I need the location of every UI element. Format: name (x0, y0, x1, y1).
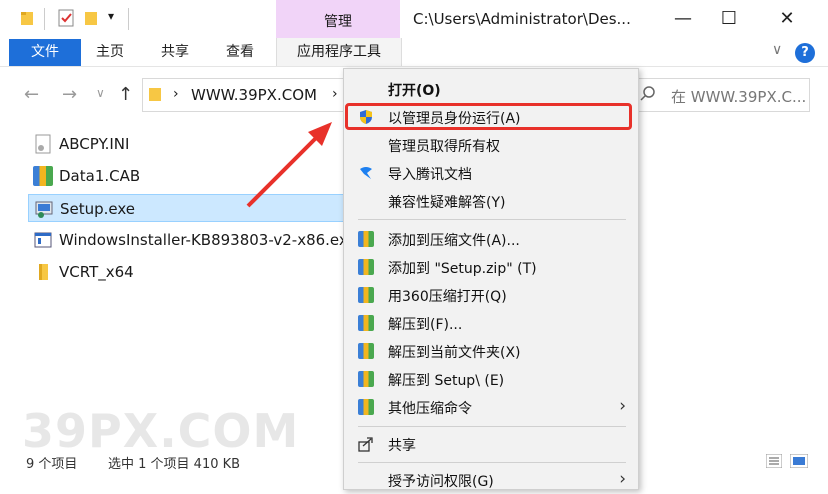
menu-separator (358, 426, 626, 427)
close-button[interactable]: ✕ (764, 6, 810, 34)
compress-icon (358, 259, 374, 275)
menu-separator (358, 462, 626, 463)
up-arrow-icon[interactable]: ↑ (118, 84, 133, 105)
chevron-right-icon: › (619, 396, 626, 416)
menu-item-share[interactable]: 共享 (344, 430, 638, 458)
customize-quick-access-icon[interactable]: ▾ (108, 9, 114, 23)
details-view-icon[interactable] (766, 454, 782, 468)
tencent-docs-icon (360, 167, 372, 179)
menu-item-take-ownership[interactable]: 管理员取得所有权 (344, 131, 638, 159)
divider (128, 8, 129, 30)
back-arrow-icon[interactable]: ← (24, 84, 39, 105)
menu-item-add-to-zip[interactable]: 添加到 "Setup.zip" (T) (344, 253, 638, 281)
address-path[interactable]: WWW.39PX.COM (191, 86, 317, 104)
window-title: C:\Users\Administrator\Des... (413, 10, 631, 28)
chevron-right-icon: › (619, 469, 626, 489)
help-icon[interactable]: ? (795, 43, 815, 63)
recent-locations-icon[interactable]: ∨ (96, 86, 105, 100)
compress-icon (358, 231, 374, 247)
status-item-count: 9 个项目 (26, 457, 78, 472)
menu-item-other-compress[interactable]: 其他压缩命令 › (344, 393, 638, 421)
tab-file[interactable]: 文件 (9, 39, 81, 66)
compress-icon (358, 371, 374, 387)
menu-item-give-access[interactable]: 授予访问权限(G) › (344, 466, 638, 494)
menu-item-open[interactable]: 打开(O) (344, 75, 638, 103)
tab-app-tools[interactable]: 应用程序工具 (276, 38, 402, 66)
manage-tab[interactable]: 管理 (276, 11, 400, 31)
menu-item-extract-here[interactable]: 解压到当前文件夹(X) (344, 337, 638, 365)
minimize-button[interactable]: — (660, 6, 706, 34)
folder-icon (149, 88, 161, 101)
context-menu: 打开(O) 以管理员身份运行(A) 管理员取得所有权 导入腾讯文档 兼容性疑难解… (343, 68, 639, 490)
menu-separator (358, 219, 626, 220)
menu-item-extract-to-folder[interactable]: 解压到 Setup\ (E) (344, 365, 638, 393)
ribbon-bar (0, 38, 828, 67)
red-arrow-annotation (246, 122, 332, 208)
tab-share[interactable]: 共享 (161, 39, 189, 66)
chevron-down-icon[interactable]: ∨ (772, 42, 782, 58)
share-icon (358, 437, 373, 452)
search-icon (640, 86, 655, 101)
folder-icon (39, 264, 48, 280)
highlight-box (345, 103, 632, 130)
menu-item-extract-to[interactable]: 解压到(F)... (344, 309, 638, 337)
divider (44, 8, 45, 30)
new-folder-icon[interactable] (84, 10, 98, 26)
breadcrumb-chevron-icon[interactable]: › (332, 86, 338, 102)
maximize-button[interactable]: ☐ (706, 6, 752, 34)
list-item[interactable]: VCRT_x64 (28, 258, 348, 286)
ini-file-icon (35, 134, 51, 154)
breadcrumb-chevron-icon[interactable]: › (173, 86, 179, 102)
compress-icon (358, 343, 374, 359)
compress-icon (358, 287, 374, 303)
large-icons-view-icon[interactable] (790, 454, 808, 468)
properties-icon[interactable] (58, 9, 75, 27)
compress-icon (358, 399, 374, 415)
cab-archive-icon (33, 166, 53, 186)
menu-item-import-tencent-docs[interactable]: 导入腾讯文档 (344, 159, 638, 187)
search-placeholder: 在 WWW.39PX.C... (671, 88, 807, 106)
watermark: 39PX.COM (22, 404, 300, 458)
setup-exe-icon (35, 201, 53, 218)
folder-icon[interactable] (20, 10, 34, 26)
tab-home[interactable]: 主页 (96, 39, 124, 66)
tab-view[interactable]: 查看 (226, 39, 254, 66)
menu-item-add-to-archive[interactable]: 添加到压缩文件(A)... (344, 225, 638, 253)
installer-exe-icon (34, 232, 52, 248)
status-selection: 选中 1 个项目 410 KB (108, 457, 241, 472)
list-item[interactable]: WindowsInstaller-KB893803-v2-x86.exe (28, 226, 357, 254)
compress-icon (358, 315, 374, 331)
menu-item-open-with-360[interactable]: 用360压缩打开(Q) (344, 281, 638, 309)
forward-arrow-icon[interactable]: → (62, 84, 77, 105)
menu-item-compat-troubleshoot[interactable]: 兼容性疑难解答(Y) (344, 187, 638, 215)
